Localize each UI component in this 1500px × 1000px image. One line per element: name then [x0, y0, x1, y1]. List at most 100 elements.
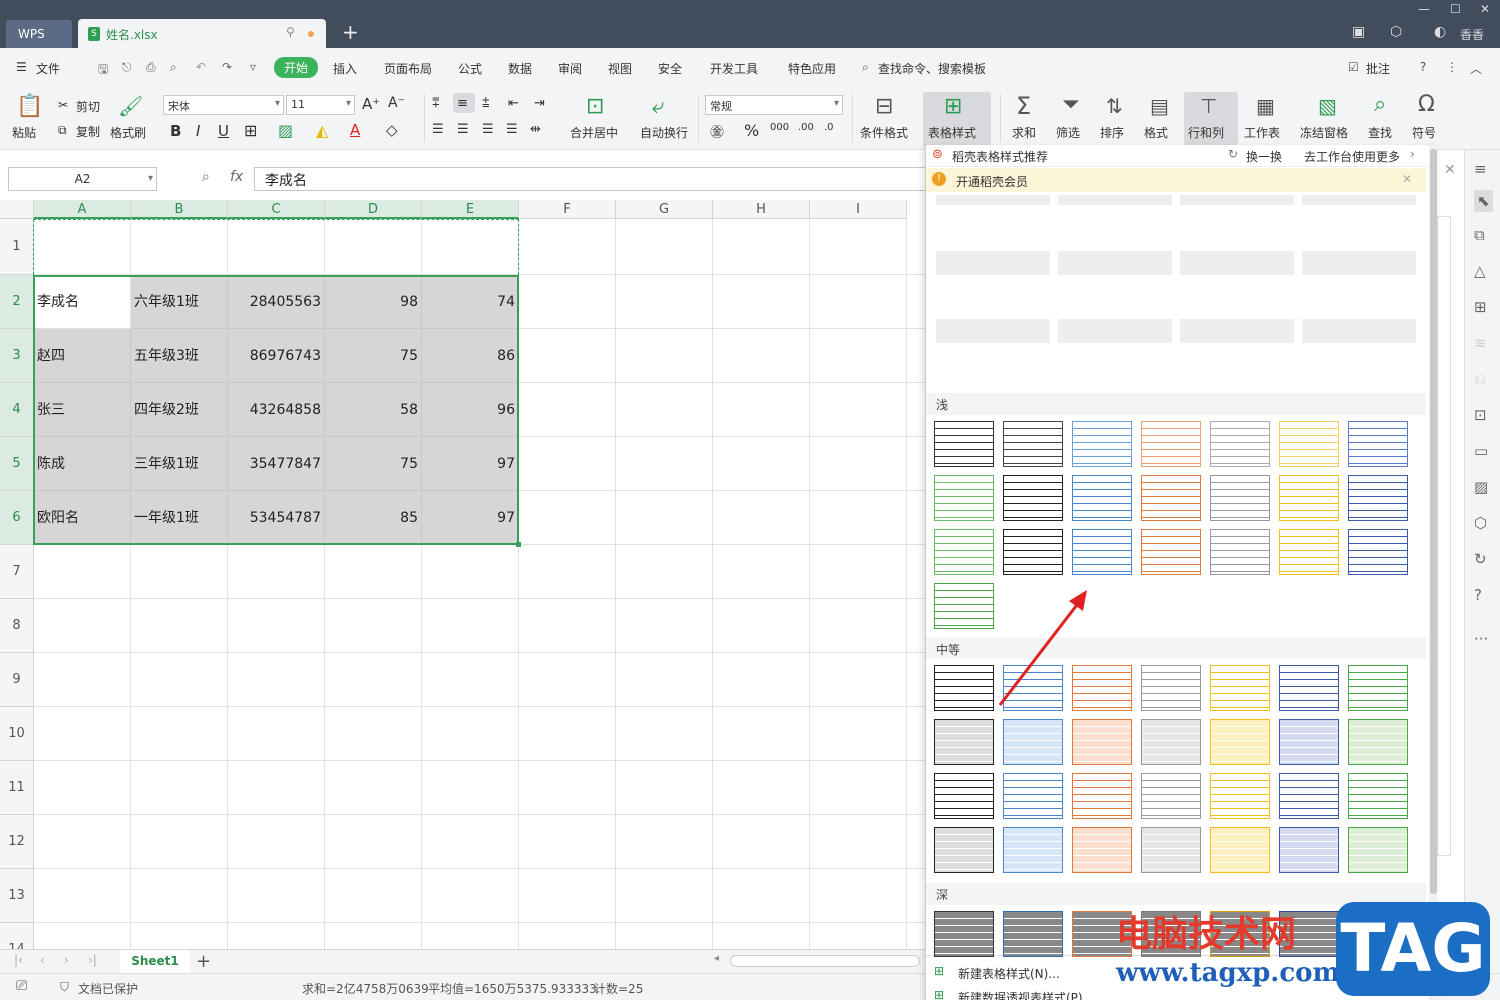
- column-header-b[interactable]: B: [131, 200, 228, 219]
- clear-icon[interactable]: ◇: [386, 121, 398, 139]
- table-style-thumbnail[interactable]: [1210, 773, 1270, 819]
- options-icon[interactable]: ⋮: [1446, 60, 1458, 74]
- row-header-1[interactable]: 1: [0, 219, 34, 275]
- table-style-thumbnail[interactable]: [1003, 719, 1063, 765]
- badge-icon[interactable]: ⬡: [1474, 514, 1487, 532]
- table-style-thumbnail[interactable]: [1279, 421, 1339, 467]
- menu-data[interactable]: 数据: [508, 60, 532, 77]
- table-style-thumbnail[interactable]: [1279, 827, 1339, 873]
- align-right-icon[interactable]: ☰: [482, 122, 494, 137]
- cell-c6[interactable]: 53454787: [228, 491, 325, 545]
- table-style-thumbnail[interactable]: [1279, 529, 1339, 575]
- table-style-thumbnail[interactable]: [1210, 475, 1270, 521]
- row-header-6[interactable]: 6: [0, 491, 34, 545]
- select-cursor-icon[interactable]: ⬉: [1474, 190, 1493, 212]
- chevron-right-icon[interactable]: ›: [1410, 147, 1415, 161]
- table-icon[interactable]: ⊞: [1474, 298, 1487, 316]
- table-style-thumbnail[interactable]: [1279, 773, 1339, 819]
- wps-home-tab[interactable]: WPS: [6, 20, 72, 48]
- row-header-3[interactable]: 3: [0, 329, 34, 383]
- cell-d3[interactable]: 75: [325, 329, 422, 383]
- table-style-thumbnail[interactable]: [1210, 827, 1270, 873]
- search-icon[interactable]: ⌕: [862, 60, 869, 75]
- table-style-thumbnail[interactable]: [1141, 475, 1201, 521]
- column-header-g[interactable]: G: [616, 200, 713, 219]
- shapes-icon[interactable]: ⧉: [1474, 226, 1485, 244]
- menu-page-layout[interactable]: 页面布局: [384, 60, 432, 77]
- row-header-8[interactable]: 8: [0, 599, 34, 653]
- image-icon[interactable]: ▨: [1474, 478, 1488, 496]
- cell-c2[interactable]: 28405563: [228, 275, 325, 329]
- worksheet-icon[interactable]: ▦: [1256, 94, 1275, 118]
- sort-label[interactable]: 排序: [1100, 124, 1124, 141]
- cell-d5[interactable]: 75: [325, 437, 422, 491]
- menu-formula[interactable]: 公式: [458, 60, 482, 77]
- refresh-icon[interactable]: ↻: [1228, 147, 1238, 161]
- table-style-thumbnail[interactable]: [1141, 827, 1201, 873]
- cell-b2[interactable]: 六年级1班: [131, 275, 228, 329]
- status-settings-icon[interactable]: ⎚: [16, 978, 27, 994]
- freeze-panes-icon[interactable]: ▧: [1318, 94, 1337, 118]
- table-style-thumbnail[interactable]: [934, 529, 994, 575]
- menu-insert[interactable]: 插入: [333, 60, 357, 77]
- bold-icon[interactable]: B: [170, 122, 181, 140]
- filter-sidebar-icon[interactable]: ≋: [1474, 334, 1487, 352]
- cell-a6[interactable]: 欧阳名: [34, 491, 131, 545]
- cell-b4[interactable]: 四年级2班: [131, 383, 228, 437]
- indent-increase-icon[interactable]: ⇥: [534, 96, 545, 111]
- font-color-icon[interactable]: A: [350, 121, 360, 139]
- column-header-f[interactable]: F: [519, 200, 616, 219]
- fill-pattern-icon[interactable]: ▨: [278, 121, 293, 140]
- decrease-decimal-icon[interactable]: .0: [824, 122, 834, 133]
- table-style-thumbnail[interactable]: [1348, 421, 1408, 467]
- format-label[interactable]: 格式: [1144, 124, 1168, 141]
- table-style-thumbnail[interactable]: [1141, 665, 1201, 711]
- menu-file[interactable]: 文件: [36, 60, 60, 77]
- row-header-4[interactable]: 4: [0, 383, 34, 437]
- table-style-thumbnail[interactable]: [1210, 665, 1270, 711]
- export-icon[interactable]: ⎋: [122, 60, 132, 75]
- menu-special[interactable]: 特色应用: [788, 60, 836, 77]
- format-painter-label[interactable]: 格式刷: [110, 124, 146, 141]
- spreadsheet-grid[interactable]: A B C D E F G H I 1 2 3 4 5 6 7 8 9 10 1…: [0, 200, 925, 949]
- table-style-thumbnail[interactable]: [934, 583, 994, 629]
- close-window-icon[interactable]: ✕: [1480, 2, 1490, 16]
- table-style-thumbnail[interactable]: [1279, 719, 1339, 765]
- find-label[interactable]: 查找: [1368, 124, 1392, 141]
- column-header-i[interactable]: I: [810, 200, 907, 219]
- sheet-tab-sheet1[interactable]: Sheet1: [120, 950, 190, 973]
- scroll-left-icon[interactable]: ◂: [714, 953, 719, 964]
- user-name[interactable]: 香香: [1460, 26, 1484, 43]
- menu-security[interactable]: 安全: [658, 60, 682, 77]
- row-header-12[interactable]: 12: [0, 815, 34, 869]
- menu-view[interactable]: 视图: [608, 60, 632, 77]
- fill-color-icon[interactable]: ◭: [316, 121, 328, 140]
- panel-scrollbar[interactable]: [1429, 145, 1437, 1000]
- print-icon[interactable]: ⎙: [146, 60, 156, 75]
- workbench-link[interactable]: 去工作台使用更多: [1304, 148, 1400, 165]
- copy-label[interactable]: 复制: [76, 123, 100, 140]
- border-icon[interactable]: ⊞: [244, 121, 257, 140]
- conditional-format-label[interactable]: 条件格式: [860, 124, 908, 141]
- cut-label[interactable]: 剪切: [76, 98, 100, 115]
- row-header-11[interactable]: 11: [0, 761, 34, 815]
- row-header-9[interactable]: 9: [0, 653, 34, 707]
- new-tab-button[interactable]: +: [342, 20, 359, 44]
- font-size-select[interactable]: 11: [286, 95, 355, 115]
- cell-d2[interactable]: 98: [325, 275, 422, 329]
- redo-icon[interactable]: ↷: [222, 60, 232, 74]
- table-style-thumbnail[interactable]: [1003, 773, 1063, 819]
- align-center-icon[interactable]: ☰: [457, 122, 469, 137]
- row-header-13[interactable]: 13: [0, 869, 34, 923]
- copy-icon[interactable]: ⧉: [58, 123, 67, 138]
- horizontal-scrollbar[interactable]: [730, 955, 920, 967]
- table-style-thumbnail[interactable]: [1279, 475, 1339, 521]
- cell-a5[interactable]: 陈成: [34, 437, 131, 491]
- cell-c5[interactable]: 35477847: [228, 437, 325, 491]
- comment-button[interactable]: 批注: [1366, 60, 1390, 77]
- justify-icon[interactable]: ☰: [506, 122, 518, 137]
- decrease-font-icon[interactable]: A⁻: [388, 95, 405, 111]
- menu-review[interactable]: 审阅: [558, 60, 582, 77]
- table-style-thumbnail[interactable]: [1003, 827, 1063, 873]
- table-style-thumbnail[interactable]: [1141, 719, 1201, 765]
